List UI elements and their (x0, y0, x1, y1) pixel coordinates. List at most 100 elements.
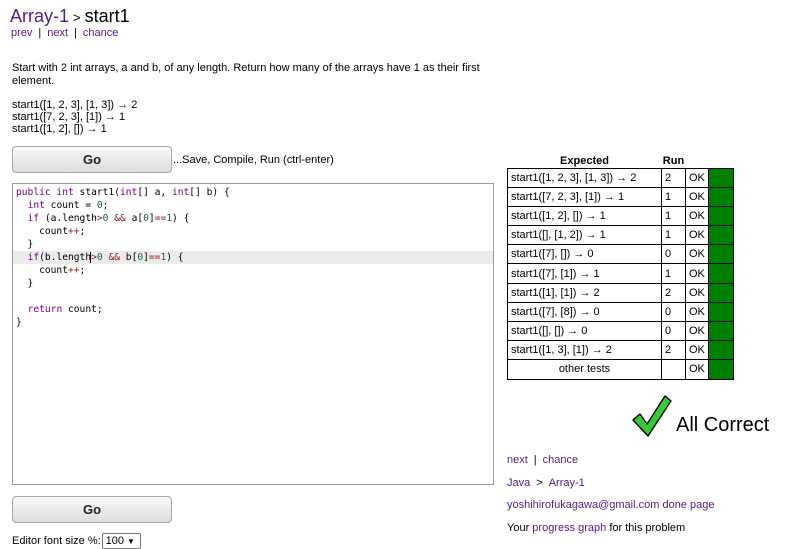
result-row: start1([], [1, 2]) → 1 1 OK (507, 225, 734, 246)
result-expected: start1([7], [1]) → 1 (507, 263, 662, 284)
result-pass-indicator (707, 359, 734, 380)
code-line: int count = 0; (27, 200, 109, 211)
result-row: start1([1], [1]) → 2 2 OK (507, 282, 734, 303)
breadcrumb-separator: > (536, 476, 543, 489)
next-link-bottom[interactable]: next (507, 454, 528, 466)
result-expected: start1([], [1, 2]) → 1 (507, 225, 662, 246)
code-line: } (16, 317, 22, 328)
nav-separator: | (533, 454, 537, 466)
all-correct-label: All Correct (676, 413, 770, 436)
code-editor[interactable]: public int start1(int[] a, int[] b) { in… (12, 183, 494, 485)
result-run: 1 (661, 186, 686, 207)
result-status: OK (685, 244, 709, 265)
result-status: OK (685, 301, 709, 323)
result-run: 2 (661, 340, 686, 361)
result-pass-indicator (707, 205, 734, 227)
result-pass-indicator (707, 167, 734, 188)
result-row: start1([7], [8]) → 0 0 OK (507, 301, 734, 323)
nav-separator: | (38, 27, 42, 39)
results-table: Expected Run start1([1, 2, 3], [1, 3]) →… (507, 154, 734, 380)
result-pass-indicator (707, 320, 734, 342)
breadcrumb-link[interactable]: Array-1 (10, 6, 69, 26)
result-status: OK (685, 320, 709, 342)
example-line: start1([1, 2], []) → 1 (12, 123, 107, 135)
result-status: OK (685, 205, 709, 227)
progress-suffix: for this problem (609, 521, 686, 534)
result-pass-indicator (707, 301, 734, 323)
result-status: OK (685, 340, 709, 361)
expected-header: Expected (560, 154, 609, 167)
result-run: 1 (661, 263, 686, 284)
code-line: count++; (16, 265, 86, 276)
next-link[interactable]: next (47, 27, 68, 39)
code-line: } (16, 278, 34, 289)
result-row: start1([7], [1]) → 1 1 OK (507, 263, 734, 284)
code-line: count++; (16, 226, 86, 237)
result-run: 1 (661, 225, 686, 246)
result-pass-indicator (707, 340, 734, 361)
progress-graph-link[interactable]: progress graph (532, 522, 606, 534)
result-pass-indicator (707, 244, 734, 265)
code-line: public int start1(int[] a, int[] b) { (16, 187, 230, 198)
java-link[interactable]: Java (507, 477, 530, 489)
result-expected: start1([1, 3], [1]) → 2 (507, 340, 662, 361)
result-status: OK (685, 225, 709, 246)
result-row: start1([1, 3], [1]) → 2 2 OK (507, 340, 734, 361)
result-status: OK (685, 167, 709, 188)
result-pass-indicator (707, 282, 734, 303)
array1-link[interactable]: Array-1 (549, 477, 585, 489)
result-run: 0 (661, 244, 686, 265)
result-run: 2 (661, 282, 686, 303)
font-size-row: Editor font size %: 100 ▼ (12, 533, 141, 549)
result-run (661, 359, 686, 380)
progress-prefix: Your (507, 521, 530, 534)
problem-description: Start with 2 int arrays, a and b, of any… (12, 62, 480, 87)
result-expected: start1([1, 2], []) → 1 (507, 205, 662, 227)
chance-link-bottom[interactable]: chance (543, 454, 578, 466)
result-status: OK (685, 186, 709, 207)
user-done-page-link[interactable]: yoshihirofukagawa@gmail.com done page (507, 499, 714, 511)
chance-link[interactable]: chance (83, 27, 118, 39)
run-header: Run (662, 154, 685, 167)
result-row: start1([7], []) → 0 0 OK (507, 244, 734, 265)
run-hint: ...Save, Compile, Run (ctrl-enter) (173, 154, 334, 166)
result-pass-indicator (707, 263, 734, 284)
result-expected: start1([], []) → 0 (507, 320, 662, 342)
result-expected: start1([7], [8]) → 0 (507, 301, 662, 323)
font-size-value: 100 (105, 535, 125, 547)
code-line: if (a.length>0 && a[0]==1) { (27, 213, 190, 224)
code-line-active: if(b.length>0 && b[0]==1) { (13, 251, 493, 264)
result-pass-indicator (707, 186, 734, 207)
breadcrumb-separator: > (73, 10, 81, 25)
page-title: start1 (84, 6, 130, 26)
result-status: OK (685, 359, 709, 380)
problem-nav: prev | next | chance (11, 27, 118, 39)
nav-separator: | (74, 27, 77, 39)
code-line: } (16, 239, 34, 250)
result-row: start1([], []) → 0 0 OK (507, 320, 734, 342)
go-button-bottom[interactable]: Go (12, 496, 172, 523)
prev-link[interactable]: prev (11, 27, 32, 39)
result-expected: start1([7], []) → 0 (507, 244, 662, 265)
result-row: start1([1, 2, 3], [1, 3]) → 2 2 OK (507, 167, 734, 188)
example-line: start1([1, 2, 3], [1, 3]) → 2 (12, 99, 138, 111)
result-run: 0 (661, 301, 686, 323)
font-size-label: Editor font size %: (12, 535, 101, 547)
result-run: 1 (661, 205, 686, 227)
example-line: start1([7, 2, 3], [1]) → 1 (12, 111, 126, 123)
result-expected: start1([1, 2, 3], [1, 3]) → 2 (507, 167, 662, 188)
problem-examples: start1([1, 2, 3], [1, 3]) → 2 start1([7,… (12, 99, 137, 135)
chevron-down-icon: ▼ (127, 536, 135, 546)
code-line: return count; (27, 304, 103, 315)
result-run: 2 (661, 167, 686, 188)
result-expected: start1([7, 2, 3], [1]) → 1 (507, 186, 662, 207)
result-row: start1([1, 2], []) → 1 1 OK (507, 205, 734, 227)
result-pass-indicator (707, 225, 734, 246)
font-size-select[interactable]: 100 ▼ (101, 533, 141, 549)
result-status: OK (685, 263, 709, 284)
go-button[interactable]: Go (12, 146, 172, 173)
bottom-links: next | chance Java > Array-1 yoshihirofukaga… (507, 449, 714, 539)
title-line: Array-1 > start1 (10, 6, 130, 27)
result-expected: start1([1], [1]) → 2 (507, 282, 662, 303)
